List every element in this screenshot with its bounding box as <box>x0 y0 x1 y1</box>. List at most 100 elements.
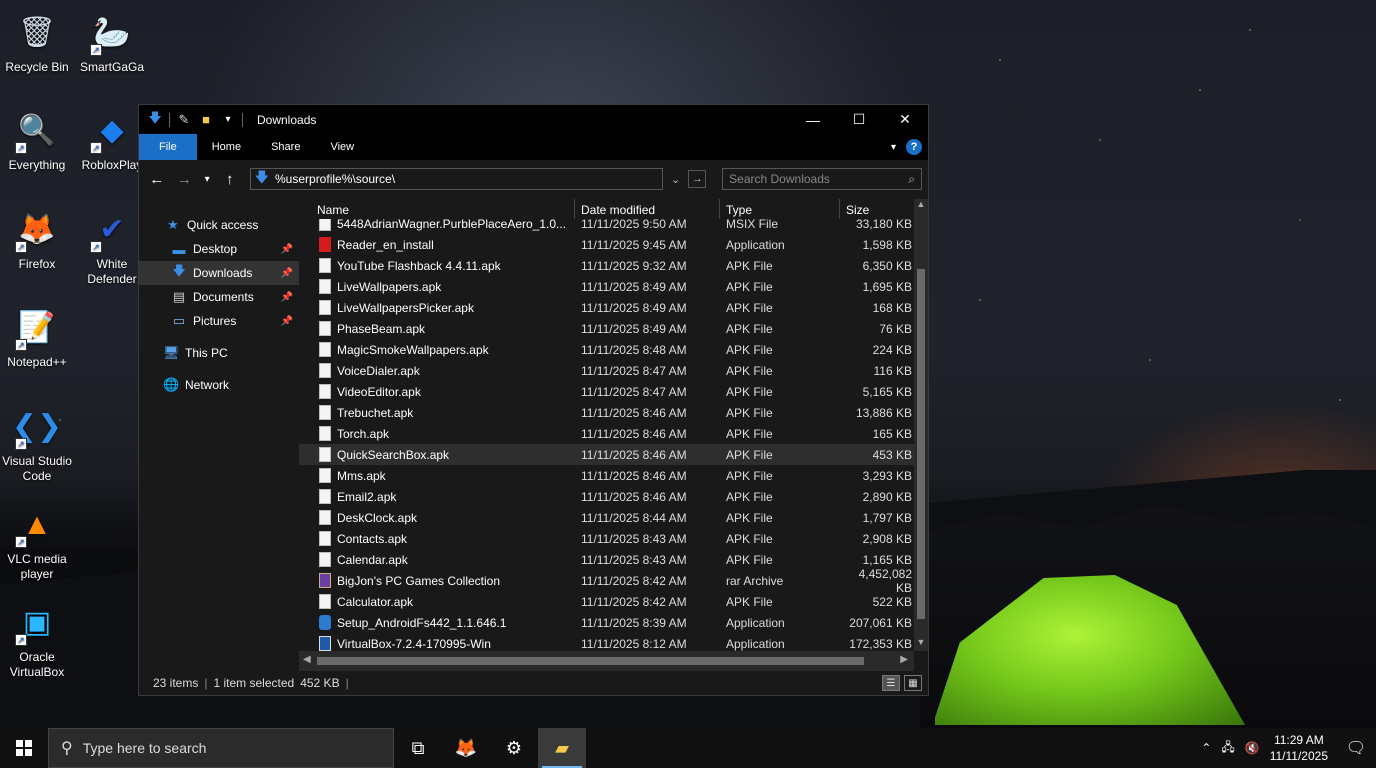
clock[interactable]: 11:29 AM 11/11/2025 <box>1270 732 1328 764</box>
search-box[interactable]: Search Downloads ⌕ <box>722 168 923 190</box>
close-button[interactable]: ✕ <box>882 105 928 134</box>
vertical-scrollbar[interactable]: ▲ ▼ <box>914 199 928 651</box>
nav-documents[interactable]: ▤ Documents 📌 <box>139 285 299 309</box>
document-icon: ▤ <box>172 289 186 304</box>
scroll-up-arrow-icon[interactable]: ▲ <box>914 199 928 213</box>
file-icon <box>319 510 331 525</box>
desktop-icon[interactable]: ❮❯ ↗ Visual Studio Code <box>0 402 74 484</box>
nav-label: Documents <box>193 290 254 304</box>
scroll-left-arrow-icon[interactable]: ◀ <box>303 654 311 665</box>
volume-muted-icon[interactable]: 🔇 <box>1245 741 1260 755</box>
scroll-thumb[interactable] <box>917 269 925 619</box>
large-icons-view-icon[interactable]: ▦ <box>904 675 922 691</box>
horizontal-scrollbar[interactable]: ◀ ▶ <box>299 651 914 671</box>
tab-file[interactable]: File <box>139 134 197 160</box>
column-date-modified[interactable]: Date modified <box>575 199 720 219</box>
taskbar-firefox-icon[interactable]: 🦊 <box>442 728 490 768</box>
file-size: 2,890 KB <box>862 489 912 504</box>
nav-pictures[interactable]: ▭ Pictures 📌 <box>139 309 299 333</box>
address-bar[interactable]: 🡇 %userprofile%\source\ <box>249 168 663 190</box>
file-row[interactable]: Reader_en_install 11/11/2025 9:45 AM Appli… <box>299 234 914 255</box>
desktop-icon[interactable]: 🗑 Recycle Bin <box>0 8 74 75</box>
taskbar-file-explorer-icon[interactable]: ▰ <box>538 728 586 768</box>
nav-downloads[interactable]: 🡇 Downloads 📌 <box>139 261 299 285</box>
file-row[interactable]: Trebuchet.apk 11/11/2025 8:46 AM APK File 1… <box>299 402 914 423</box>
file-date: 11/11/2025 8:49 AM <box>581 279 687 294</box>
file-size: 1,695 KB <box>862 279 912 294</box>
star-icon: ★ <box>167 217 179 232</box>
file-row[interactable]: MagicSmokeWallpapers.apk 11/11/2025 8:48 … <box>299 339 914 360</box>
search-icon: ⌕ <box>908 171 916 186</box>
nav-label: Downloads <box>193 266 253 280</box>
divider <box>242 112 243 127</box>
desktop-icon-label: Visual Studio Code <box>2 454 72 483</box>
desktop-icon[interactable]: 📝 ↗ Notepad++ <box>0 303 74 370</box>
tab-share[interactable]: Share <box>256 134 315 160</box>
tab-home[interactable]: Home <box>197 134 256 160</box>
nav-desktop[interactable]: ▬ Desktop 📌 <box>139 237 299 261</box>
taskbar-settings-icon[interactable]: ⚙ <box>490 728 538 768</box>
file-row[interactable]: LiveWallpapersPicker.apk 11/11/2025 8:49 … <box>299 297 914 318</box>
file-row[interactable]: Calculator.apk 11/11/2025 8:42 AM APK File… <box>299 591 914 612</box>
show-hidden-icons-icon[interactable]: ⌃ <box>1201 741 1211 755</box>
file-row[interactable]: VoiceDialer.apk 11/11/2025 8:47 AM APK Fil… <box>299 360 914 381</box>
divider <box>169 112 170 127</box>
address-dropdown-button[interactable]: ⌄ <box>667 168 685 190</box>
desktop-icon[interactable]: ▲ ↗ VLC media player <box>0 500 74 582</box>
network-icon[interactable]: 🖧 <box>1221 738 1234 759</box>
desktop-icon[interactable]: 🦊 ↗ Firefox <box>0 205 74 272</box>
file-row[interactable]: BigJon's PC Games Collection 11/11/2025 8… <box>299 567 914 595</box>
file-row[interactable]: Mms.apk 11/11/2025 8:46 AM APK File 3,293 K… <box>299 465 914 486</box>
tab-view[interactable]: View <box>315 134 369 160</box>
file-type: APK File <box>726 258 773 273</box>
back-button[interactable]: ← <box>145 167 169 191</box>
quick-access-dropdown-icon[interactable]: ▾ <box>220 112 236 128</box>
file-row[interactable]: VirtualBox-7.2.4-170995-Win 11/11/2025 8:… <box>299 633 914 651</box>
nav-network[interactable]: 🌐 Network <box>139 373 299 397</box>
minimize-button[interactable]: — <box>790 105 836 134</box>
column-name[interactable]: Name <box>299 199 575 219</box>
details-view-icon[interactable]: ☰ <box>882 675 900 691</box>
desktop-icon-label: Notepad++ <box>7 355 67 369</box>
file-row[interactable]: PhaseBeam.apk 11/11/2025 8:49 AM APK File 7… <box>299 318 914 339</box>
nav-label: Network <box>185 378 230 392</box>
file-row[interactable]: QuickSearchBox.apk 11/11/2025 8:46 AM APK … <box>299 444 914 465</box>
file-row[interactable]: Email2.apk 11/11/2025 8:46 AM APK File 2,89… <box>299 486 914 507</box>
file-row[interactable]: YouTube Flashback 4.4.11.apk 11/11/2025 9… <box>299 255 914 276</box>
up-button[interactable]: ↑ <box>218 167 242 191</box>
recent-locations-button[interactable]: ▾ <box>200 167 214 191</box>
file-row[interactable]: Calendar.apk 11/11/2025 8:43 AM APK File 1,… <box>299 549 914 570</box>
properties-icon[interactable]: ✎ <box>176 112 192 128</box>
file-name: VoiceDialer.apk <box>337 363 420 378</box>
start-button[interactable] <box>0 728 48 768</box>
file-row[interactable]: Setup_AndroidFs442_1.1.646.1 11/11/2025 8… <box>299 612 914 633</box>
pin-icon: 📌 <box>280 291 293 303</box>
desktop-icon[interactable]: 🔍 ↗ Everything <box>0 106 74 173</box>
desktop-icon[interactable]: ▣ ↗ Oracle VirtualBox <box>0 598 74 680</box>
shortcut-arrow-icon: ↗ <box>15 536 27 548</box>
file-row[interactable]: Contacts.apk 11/11/2025 8:43 AM APK File 2,… <box>299 528 914 549</box>
task-view-button[interactable]: ⧉ <box>394 728 442 768</box>
nav-this-pc[interactable]: 🖥 This PC <box>139 341 299 365</box>
file-row[interactable]: VideoEditor.apk 11/11/2025 8:47 AM APK Fil… <box>299 381 914 402</box>
expand-ribbon-icon[interactable]: ▾ <box>891 142 896 153</box>
file-row[interactable]: LiveWallpapers.apk 11/11/2025 8:49 AM APK … <box>299 276 914 297</box>
column-size[interactable]: Size <box>840 199 914 219</box>
nav-quick-access[interactable]: ★ Quick access <box>139 213 299 237</box>
maximize-button[interactable]: ☐ <box>836 105 882 134</box>
taskbar-search-box[interactable]: ⚲ Type here to search <box>48 728 394 768</box>
column-type[interactable]: Type <box>720 199 840 219</box>
shortcut-arrow-icon: ↗ <box>15 634 27 646</box>
scroll-thumb[interactable] <box>317 657 864 665</box>
go-button[interactable]: → <box>688 170 707 188</box>
file-row[interactable]: DeskClock.apk 11/11/2025 8:44 AM APK File 1… <box>299 507 914 528</box>
new-folder-icon[interactable]: ■ <box>198 112 214 128</box>
file-row[interactable]: Torch.apk 11/11/2025 8:46 AM APK File 165 K… <box>299 423 914 444</box>
desktop-icon[interactable]: 🦢 ↗ SmartGaGa <box>75 8 149 75</box>
file-icon <box>319 279 331 294</box>
forward-button[interactable]: → <box>173 167 197 191</box>
scroll-right-arrow-icon[interactable]: ▶ <box>900 654 908 665</box>
notifications-icon[interactable]: 🗨 <box>1336 728 1376 768</box>
scroll-down-arrow-icon[interactable]: ▼ <box>914 637 928 651</box>
help-icon[interactable]: ? <box>906 139 922 155</box>
